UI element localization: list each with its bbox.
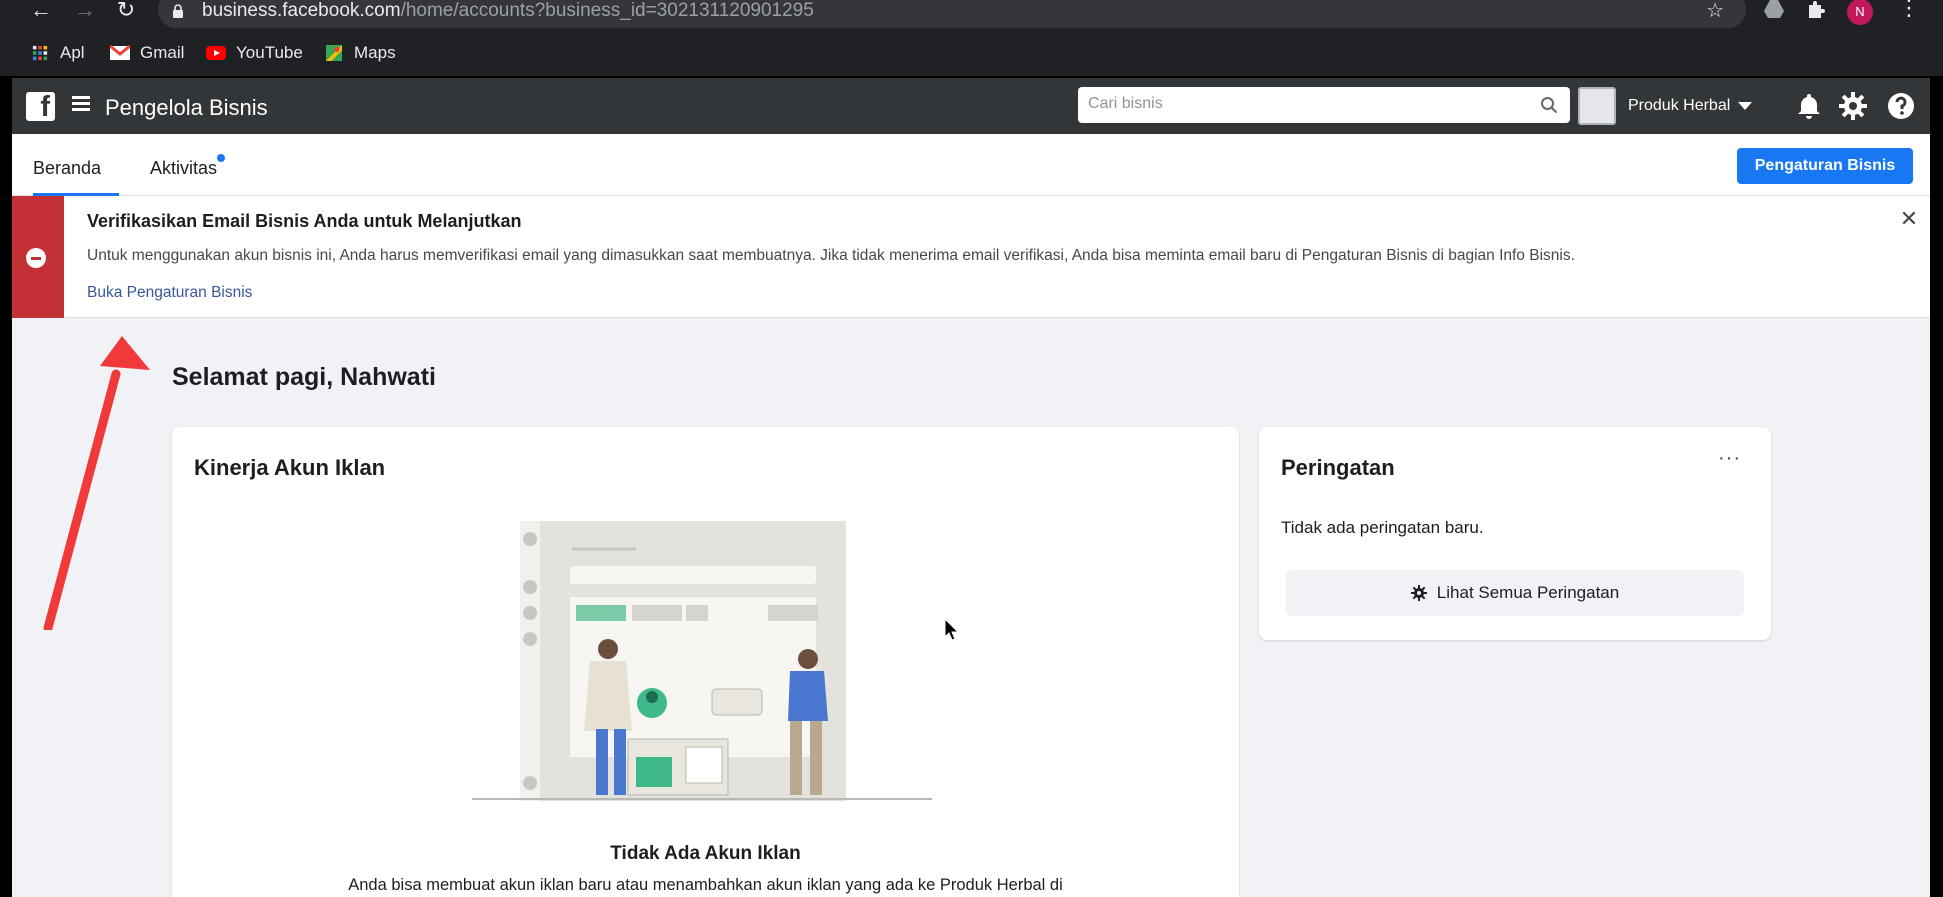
tab-beranda[interactable]: Beranda [33, 158, 119, 196]
forward-arrow-icon[interactable]: → [72, 0, 98, 22]
banner-text: Untuk menggunakan akun bisnis ini, Anda … [87, 247, 1575, 264]
see-all-alerts-button[interactable]: Lihat Semua Peringatan [1286, 570, 1744, 616]
business-switcher[interactable]: Produk Herbal [1578, 86, 1753, 126]
profile-avatar[interactable]: N [1847, 0, 1873, 25]
bookmark-label: YouTube [236, 43, 303, 62]
help-icon[interactable] [1886, 91, 1916, 121]
browser-toolbar: ← → ↻ business.facebook.com/home/account… [0, 0, 1943, 30]
bookmark-label: Apl [60, 43, 85, 62]
error-minus-icon [26, 248, 46, 268]
reload-icon[interactable]: ↻ [113, 0, 139, 22]
card-title: Peringatan [1281, 455, 1395, 480]
apps-grid-icon [32, 45, 48, 61]
url-text: business.facebook.com/home/accounts?busi… [202, 0, 814, 21]
business-name: Produk Herbal [1628, 97, 1731, 114]
alerts-card: Peringatan ··· Tidak ada peringatan baru… [1259, 427, 1771, 640]
youtube-icon [206, 46, 226, 60]
back-arrow-icon[interactable]: ← [28, 0, 54, 22]
search-input[interactable] [1088, 95, 1528, 113]
bookmarks-bar: Apl Gmail YouTube Maps [0, 30, 1943, 76]
main-content: Beranda Aktivitas Pengaturan Bisnis Veri… [12, 134, 1930, 897]
business-settings-button[interactable]: Pengaturan Bisnis [1737, 148, 1913, 184]
bookmark-star-icon[interactable]: ☆ [1706, 0, 1724, 23]
close-icon[interactable]: ✕ [1898, 208, 1920, 230]
facebook-logo-icon[interactable]: f [26, 91, 55, 123]
extensions-puzzle-icon[interactable] [1806, 0, 1826, 20]
bookmark-maps[interactable]: Maps [324, 42, 396, 64]
hamburger-menu-icon[interactable] [72, 96, 90, 112]
banner-title: Verifikasikan Email Bisnis Anda untuk Me… [87, 211, 522, 231]
bookmark-gmail[interactable]: Gmail [110, 42, 184, 64]
empty-state-illustration [472, 521, 932, 801]
gear-icon[interactable] [1838, 91, 1868, 121]
more-options-icon[interactable]: ··· [1718, 447, 1741, 470]
bookmark-label: Maps [354, 43, 396, 62]
maps-icon [326, 45, 342, 61]
gear-icon [1410, 585, 1427, 601]
bell-icon[interactable] [1794, 91, 1824, 121]
tab-aktivitas[interactable]: Aktivitas [150, 154, 226, 179]
banner-error-strip [12, 196, 64, 318]
gmail-icon [110, 45, 130, 60]
business-thumbnail [1578, 87, 1616, 125]
search-icon[interactable] [1540, 96, 1558, 114]
verification-banner: Verifikasikan Email Bisnis Anda untuk Me… [12, 196, 1930, 318]
mouse-cursor-icon [944, 618, 960, 641]
button-label: Lihat Semua Peringatan [1436, 583, 1620, 602]
greeting-heading: Selamat pagi, Nahwati [172, 363, 436, 391]
bookmark-apl[interactable]: Apl [30, 42, 85, 64]
open-business-settings-link[interactable]: Buka Pengaturan Bisnis [87, 284, 252, 302]
drive-icon[interactable] [1764, 0, 1784, 18]
tab-label: Aktivitas [150, 158, 218, 178]
app-header: f Pengelola Bisnis Produk Herbal [12, 78, 1930, 134]
red-annotation-arrow-icon [43, 336, 150, 630]
bookmark-youtube[interactable]: YouTube [206, 42, 303, 64]
tab-bar: Beranda Aktivitas Pengaturan Bisnis [12, 134, 1930, 196]
lock-icon [173, 4, 183, 18]
bookmark-label: Gmail [140, 43, 185, 62]
no-alerts-text: Tidak ada peringatan baru. [1281, 518, 1484, 537]
address-bar[interactable]: business.facebook.com/home/accounts?busi… [158, 0, 1746, 28]
empty-state-title: Tidak Ada Akun Iklan [610, 843, 801, 864]
search-box[interactable] [1078, 87, 1570, 123]
ad-account-performance-card: Kinerja Akun Iklan Tidak Ada Akun Iklan … [172, 427, 1239, 897]
app-title: Pengelola Bisnis [105, 95, 268, 120]
empty-state-text: Anda bisa membuat akun iklan baru atau m… [348, 876, 1063, 894]
kebab-menu-icon[interactable]: ⋮ [1898, 0, 1920, 19]
card-title: Kinerja Akun Iklan [194, 455, 386, 480]
tab-label: Beranda [33, 158, 102, 178]
caret-down-icon [1738, 102, 1753, 110]
notification-dot [217, 154, 226, 162]
